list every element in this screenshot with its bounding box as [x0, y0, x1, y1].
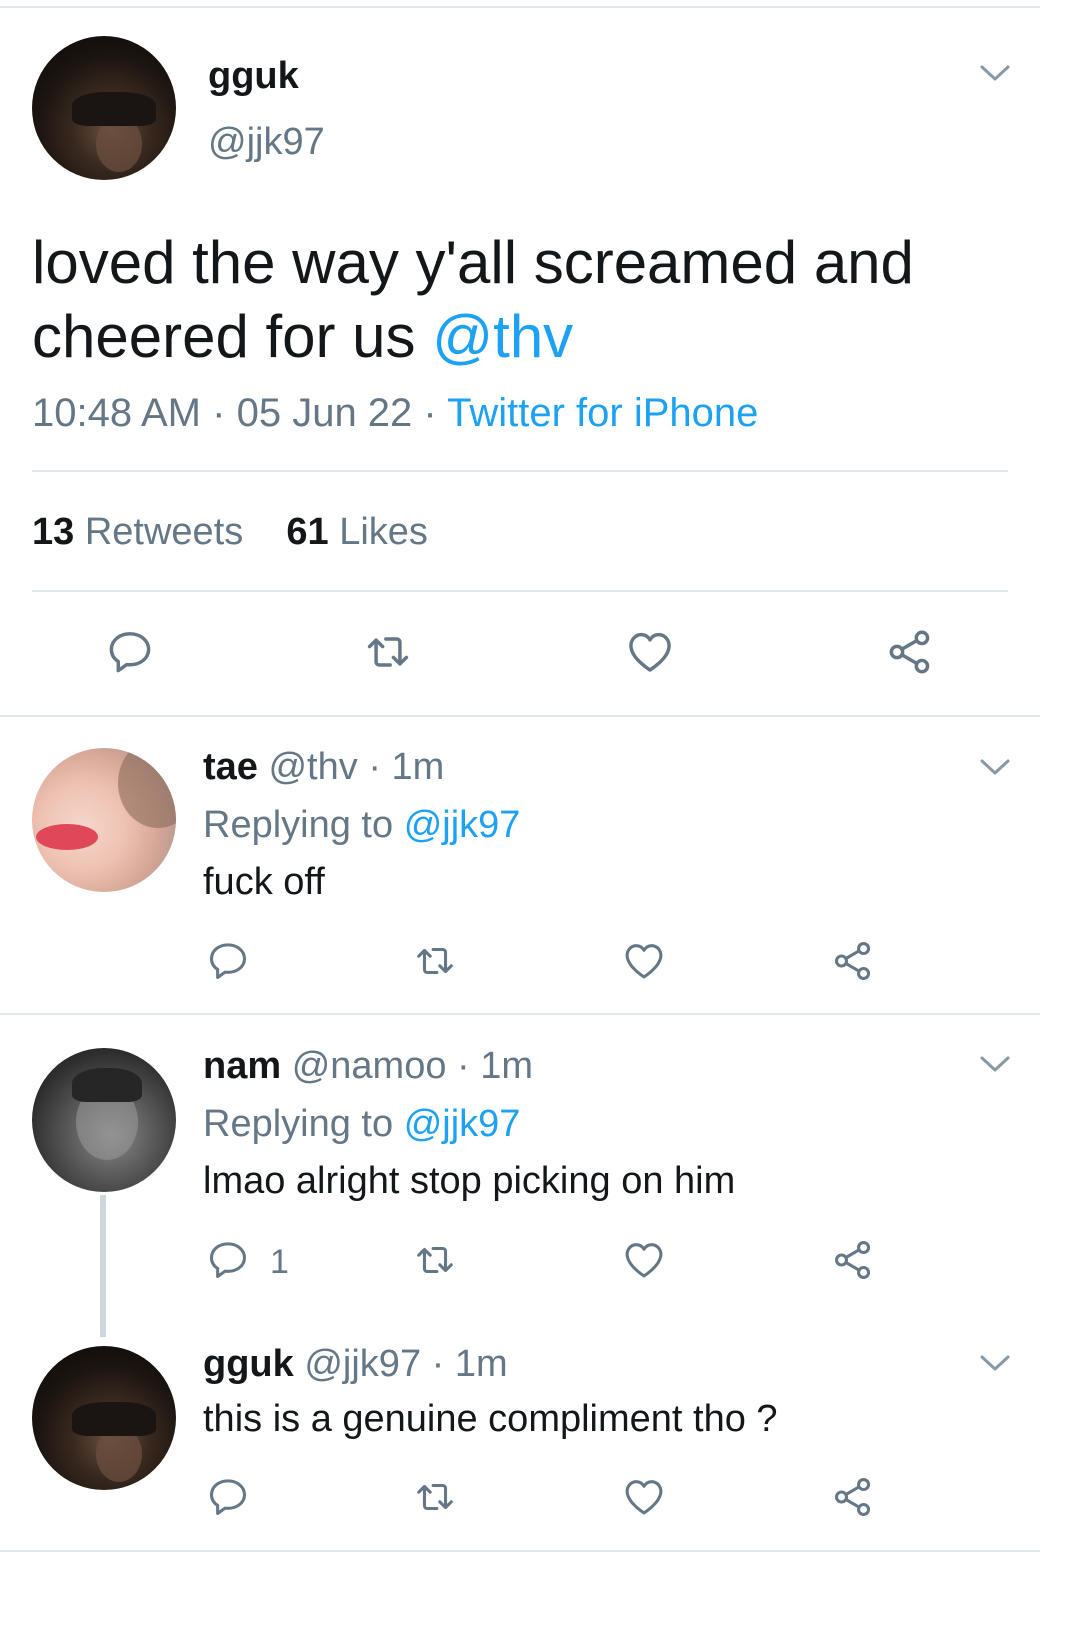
reply-text: fuck off	[203, 861, 325, 903]
likes-count: 61	[286, 511, 329, 553]
handle[interactable]: @thv	[268, 746, 357, 788]
avatar-hair	[72, 1402, 156, 1436]
handle[interactable]: @namoo	[292, 1045, 447, 1087]
engagement-stats: 13 Retweets 61 Likes	[32, 510, 428, 554]
thread-line	[100, 1195, 106, 1337]
handle[interactable]: @jjk97	[304, 1343, 421, 1385]
replying-prefix: Replying to	[203, 1103, 394, 1145]
retweets-label: Retweets	[84, 511, 244, 553]
separator: ·	[457, 1045, 470, 1087]
like-icon[interactable]	[621, 1237, 667, 1283]
tweet-text-line2-prefix: cheered for us	[32, 303, 433, 370]
separator: ·	[423, 391, 437, 435]
tweet-text: loved the way y'all screamed and cheered…	[32, 226, 914, 374]
avatar[interactable]	[32, 1346, 176, 1490]
mention-link[interactable]: @thv	[432, 303, 573, 370]
bottom-divider	[0, 1550, 1040, 1552]
chevron-down-icon[interactable]	[978, 62, 1012, 84]
divider	[0, 1013, 1040, 1015]
reply-count: 1	[270, 1243, 289, 1281]
retweet-icon[interactable]	[362, 626, 414, 678]
like-icon[interactable]	[621, 1474, 667, 1520]
reply-icon[interactable]	[205, 1474, 251, 1520]
timestamp[interactable]: 1m	[480, 1045, 533, 1087]
separator: ·	[368, 746, 381, 788]
reply-header: tae @thv · 1m	[203, 745, 444, 789]
share-icon[interactable]	[830, 938, 876, 984]
avatar[interactable]	[32, 748, 176, 892]
display-name[interactable]: gguk	[203, 1343, 294, 1385]
tweet-date: 05 Jun 22	[236, 391, 413, 435]
reply-header: nam @namoo · 1m	[203, 1044, 533, 1088]
avatar-hair	[118, 748, 176, 828]
avatar-hair	[72, 92, 156, 126]
reply-header: gguk @jjk97 · 1m	[203, 1342, 508, 1386]
handle[interactable]: @jjk97	[208, 120, 325, 164]
replying-prefix: Replying to	[203, 804, 394, 846]
display-name[interactable]: gguk	[208, 54, 299, 98]
like-icon[interactable]	[624, 626, 676, 678]
tweet-text-line1: loved the way y'all screamed and	[32, 229, 914, 296]
tweet-meta: 10:48 AM · 05 Jun 22 · Twitter for iPhon…	[32, 391, 758, 435]
likes-label: Likes	[339, 511, 428, 553]
reply-icon[interactable]	[104, 626, 156, 678]
replying-to: Replying to @jjk97	[203, 803, 520, 847]
top-divider	[0, 6, 1040, 8]
retweet-icon[interactable]	[412, 938, 458, 984]
tweet-text-line2: cheered for us @thv	[32, 300, 914, 374]
share-icon[interactable]	[884, 626, 936, 678]
retweets-count: 13	[32, 511, 75, 553]
share-icon[interactable]	[830, 1474, 876, 1520]
share-icon[interactable]	[830, 1237, 876, 1283]
avatar[interactable]	[32, 1048, 176, 1192]
reply-text: lmao alright stop picking on him	[203, 1160, 736, 1202]
retweets-stat[interactable]: 13 Retweets	[32, 511, 243, 553]
chevron-down-icon[interactable]	[978, 1053, 1012, 1075]
reply-text: this is a genuine compliment tho ?	[203, 1398, 778, 1440]
retweet-icon[interactable]	[412, 1237, 458, 1283]
separator: ·	[212, 391, 226, 435]
replying-to: Replying to @jjk97	[203, 1102, 520, 1146]
tweet-time: 10:48 AM	[32, 391, 202, 435]
likes-stat[interactable]: 61 Likes	[286, 511, 428, 553]
timestamp[interactable]: 1m	[392, 746, 445, 788]
divider	[32, 590, 1008, 592]
avatar-lips	[36, 824, 98, 850]
reply-icon[interactable]	[205, 938, 251, 984]
chevron-down-icon[interactable]	[978, 756, 1012, 778]
client-link[interactable]: Twitter for iPhone	[447, 391, 758, 435]
chevron-down-icon[interactable]	[978, 1352, 1012, 1374]
replying-handle-link[interactable]: @jjk97	[404, 1103, 521, 1145]
avatar[interactable]	[32, 36, 176, 180]
like-icon[interactable]	[621, 938, 667, 984]
separator: ·	[431, 1343, 445, 1385]
retweet-icon[interactable]	[412, 1474, 458, 1520]
display-name[interactable]: tae	[203, 746, 258, 788]
divider	[0, 715, 1040, 717]
divider	[32, 470, 1008, 472]
display-name[interactable]: nam	[203, 1045, 281, 1087]
avatar-hair	[72, 1068, 142, 1102]
timestamp[interactable]: 1m	[455, 1343, 508, 1385]
replying-handle-link[interactable]: @jjk97	[404, 804, 521, 846]
reply-icon[interactable]	[205, 1237, 251, 1283]
